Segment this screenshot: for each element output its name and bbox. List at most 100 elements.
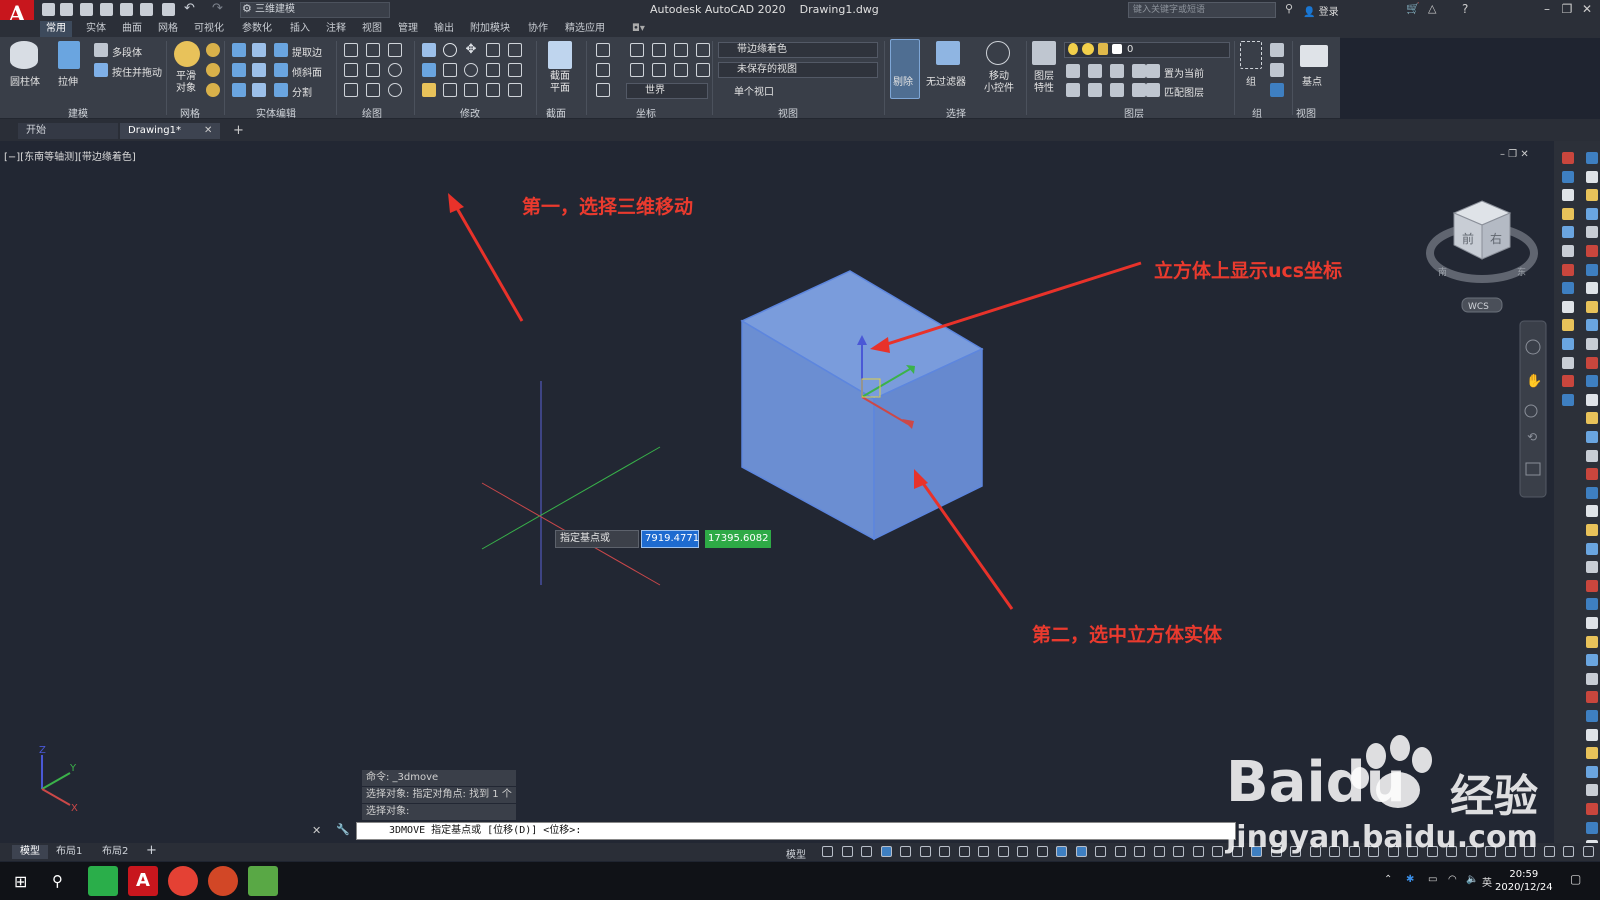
base-view-icon[interactable] <box>1300 45 1328 67</box>
new-file-icon[interactable] <box>42 3 55 16</box>
palette-tool-icon[interactable] <box>1562 282 1574 295</box>
no-filter-button[interactable]: 无过滤器 <box>926 73 966 88</box>
new-tab-icon[interactable]: + <box>233 123 244 139</box>
palette-tool-icon[interactable] <box>1562 245 1574 257</box>
panel-solid-edit-label[interactable]: 实体编辑 <box>256 105 296 120</box>
ucs-object-icon[interactable] <box>696 43 710 57</box>
tab-home[interactable]: 常用 <box>40 21 72 37</box>
ucs-z-icon[interactable] <box>652 43 666 57</box>
tab-insert[interactable]: 插入 <box>290 21 310 37</box>
palette-tool-icon[interactable] <box>1562 263 1574 276</box>
gizmo-icon[interactable] <box>986 41 1010 65</box>
layer-tool2-icon[interactable] <box>1088 64 1102 78</box>
filter-icon[interactable] <box>936 41 960 65</box>
wechat-icon[interactable] <box>88 866 118 896</box>
tab-featured-apps[interactable]: 精选应用 <box>565 21 605 37</box>
tab-visualize[interactable]: 可视化 <box>194 21 224 37</box>
panel-layers-label[interactable]: 图层 <box>1124 105 1144 120</box>
group-icon[interactable] <box>1240 41 1262 69</box>
plot-icon[interactable] <box>162 3 175 16</box>
extrude-button[interactable]: 拉伸 <box>58 73 78 88</box>
smooth-object-icon[interactable] <box>174 41 200 67</box>
layer-tool1-icon[interactable] <box>1066 64 1080 78</box>
xline-icon[interactable] <box>366 63 380 77</box>
dynamic-input-x-field[interactable]: 7919.4771 <box>641 530 699 548</box>
3dmove-icon[interactable] <box>443 43 457 57</box>
status-toggle-icon[interactable] <box>939 846 950 857</box>
compass-east-label[interactable]: 东 <box>1517 266 1526 278</box>
taper-faces-icon[interactable] <box>274 63 288 77</box>
tab-layout1[interactable]: 布局1 <box>56 845 82 859</box>
ucs-origin-icon[interactable] <box>630 43 644 57</box>
polygon-icon[interactable] <box>344 83 358 97</box>
ucs-world-dropdown[interactable]: 世界 <box>626 83 708 99</box>
viewport-config-button[interactable]: 单个视口 <box>734 83 774 98</box>
cull-button[interactable]: 剔除 <box>893 73 913 88</box>
panel-view-label[interactable]: 视图 <box>778 105 798 120</box>
visual-style-dropdown[interactable]: 带边缘着色 <box>718 42 878 58</box>
palette-tool-icon[interactable] <box>1586 617 1598 629</box>
mesh-tool3-icon[interactable] <box>206 83 220 97</box>
ime-indicator[interactable]: 英 <box>1482 874 1492 889</box>
redo-icon[interactable]: ↷ <box>212 1 223 16</box>
tab-view[interactable]: 视图 <box>362 21 382 37</box>
workspace-dropdown[interactable]: 三维建模 <box>240 2 390 18</box>
palette-tool-icon[interactable] <box>1562 375 1574 388</box>
palette-tool-icon[interactable] <box>1562 319 1574 332</box>
autocad-taskbar-icon[interactable]: A <box>128 866 158 896</box>
match-layer-icon[interactable] <box>1146 83 1160 97</box>
palette-tool-icon[interactable] <box>1586 672 1598 685</box>
status-toggle-icon[interactable] <box>861 846 872 857</box>
presspull-button[interactable]: 按住并拖动 <box>112 64 162 79</box>
panel-section-label[interactable]: 截面 <box>546 105 566 120</box>
status-toggle-icon[interactable] <box>1056 846 1067 857</box>
mesh-tool-icon[interactable] <box>206 43 220 57</box>
move-gizmo-button[interactable]: 移动 小控件 <box>984 71 1014 95</box>
palette-tool-icon[interactable] <box>1586 728 1598 741</box>
explode-icon[interactable] <box>464 83 478 97</box>
set-current-icon[interactable] <box>1146 64 1160 78</box>
separate-icon[interactable] <box>274 83 288 97</box>
layer-tool3-icon[interactable] <box>1110 64 1124 78</box>
tab-surface[interactable]: 曲面 <box>122 21 142 37</box>
command-line-input[interactable]: 3DMOVE 指定基点或 [位移(D)] <位移>: <box>356 822 1236 840</box>
palette-tool-icon[interactable] <box>1586 226 1598 239</box>
cart-icon[interactable]: 🛒 <box>1406 2 1420 15</box>
status-toggle-icon[interactable] <box>822 846 833 857</box>
panel-modeling-label[interactable]: 建模 <box>68 105 88 120</box>
status-toggle-icon[interactable] <box>1075 846 1087 857</box>
intersect-icon[interactable] <box>232 63 246 77</box>
panel-view2-label[interactable]: 视图 <box>1296 105 1316 120</box>
align-icon[interactable] <box>508 83 522 97</box>
palette-tool-icon[interactable] <box>1562 170 1574 183</box>
palette-tool-icon[interactable] <box>1586 393 1598 406</box>
notification-icon[interactable]: ▢ <box>1570 872 1581 886</box>
customize-command-icon[interactable]: 🔧 <box>336 823 350 836</box>
cylinder-icon[interactable] <box>10 41 38 69</box>
status-toggle-icon[interactable] <box>1036 846 1048 857</box>
tab-model[interactable]: 模型 <box>12 845 48 859</box>
union-icon[interactable] <box>232 43 246 57</box>
subtract-icon[interactable] <box>252 43 266 57</box>
palette-tool-icon[interactable] <box>1562 300 1574 313</box>
status-toggle-icon[interactable] <box>1017 846 1028 857</box>
group-edit-icon[interactable] <box>1270 63 1284 77</box>
palette-tool-icon[interactable] <box>1586 747 1598 760</box>
palette-tool-icon[interactable] <box>1586 207 1598 220</box>
mirror-icon[interactable] <box>422 43 436 57</box>
palette-tool-icon[interactable] <box>1586 282 1598 295</box>
ucs-x-icon[interactable] <box>630 63 644 77</box>
group-select-icon[interactable] <box>1270 83 1284 97</box>
palette-tool-icon[interactable] <box>1586 579 1598 592</box>
ucs-icon[interactable] <box>596 43 610 57</box>
help-icon[interactable]: ? <box>1462 2 1468 16</box>
ungroup-icon[interactable] <box>1270 43 1284 57</box>
panel-mesh-label[interactable]: 网格 <box>180 105 200 120</box>
ellipse-icon[interactable] <box>388 83 402 97</box>
status-toggle-icon[interactable] <box>978 846 989 857</box>
palette-tool-icon[interactable] <box>1562 393 1574 406</box>
polysolid-icon[interactable] <box>94 43 108 57</box>
status-toggle-icon[interactable] <box>900 846 911 857</box>
palette-tool-icon[interactable] <box>1586 691 1598 704</box>
status-toggle-icon[interactable] <box>1192 846 1204 857</box>
